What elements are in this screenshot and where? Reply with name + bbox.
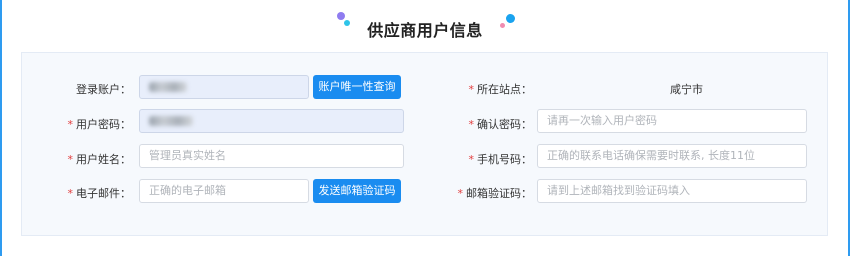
confirm-password-field[interactable]: 请再一次输入用户密码 (537, 109, 807, 133)
required-marker: * (468, 83, 475, 96)
decor-dot-icon (500, 23, 505, 28)
email-label: * 电子邮件： (67, 187, 132, 200)
phone-field[interactable]: 正确的联系电话确保需要时联系, 长度11位 (537, 144, 807, 168)
required-marker: * (468, 118, 475, 131)
email-code-label: * 邮箱验证码： (457, 187, 533, 200)
blurred-value (149, 82, 187, 92)
name-label: * 用户姓名： (67, 153, 132, 166)
page-title: 供应商用户信息 (367, 21, 483, 40)
name-field[interactable]: 管理员真实姓名 (139, 144, 404, 168)
required-marker: * (67, 153, 74, 166)
blurred-value (149, 116, 193, 126)
required-marker: * (67, 187, 74, 200)
required-marker: * (457, 187, 464, 200)
login-account-label: 登录账户： (76, 83, 131, 96)
send-code-button[interactable]: 发送邮箱验证码 (313, 179, 401, 203)
check-unique-button[interactable]: 账户唯一性查询 (313, 75, 401, 99)
site-value: 咸宁市 (670, 83, 703, 96)
email-field[interactable]: 正确的电子邮箱 (139, 179, 309, 203)
confirm-password-label: * 确认密码： (468, 118, 533, 131)
email-code-field[interactable]: 请到上述邮箱找到验证码填入 (537, 179, 807, 203)
page-header: 供应商用户信息 (0, 10, 850, 46)
required-marker: * (468, 153, 475, 166)
site-label: * 所在站点： (468, 83, 533, 96)
login-account-field[interactable] (139, 75, 309, 99)
password-label: * 用户密码： (67, 118, 132, 131)
user-info-form-panel: 登录账户： 账户唯一性查询 * 所在站点： 咸宁市 * 用户密码： * 确认密码： 请… (21, 52, 828, 236)
decor-dot-icon (506, 14, 515, 23)
phone-label: * 手机号码： (468, 153, 533, 166)
required-marker: * (67, 118, 74, 131)
password-field[interactable] (139, 109, 404, 133)
